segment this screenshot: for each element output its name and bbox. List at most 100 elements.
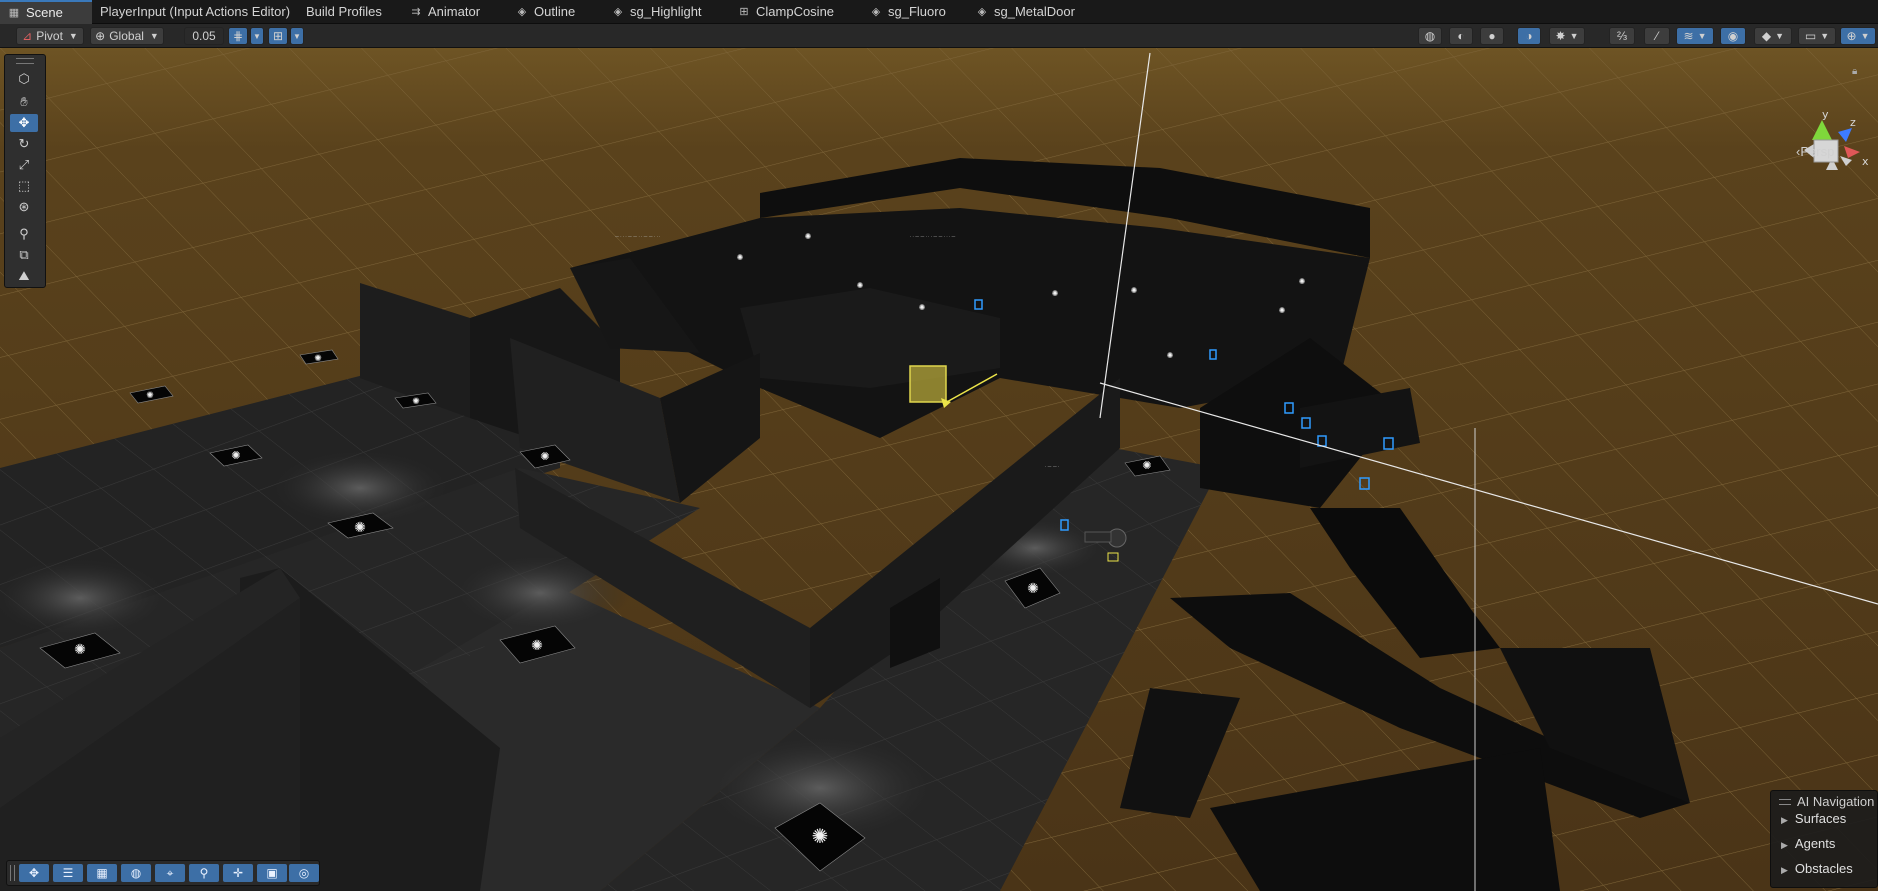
globe-icon: ⊕ <box>95 29 106 43</box>
rotate-tool-button[interactable]: ↻ <box>10 135 38 153</box>
audio-toggle-button[interactable]: ⁄ <box>1644 27 1670 45</box>
grid-button[interactable]: ▦ <box>87 864 117 882</box>
move-button[interactable]: ✥ <box>19 864 49 882</box>
hand-tool-button[interactable]: ✋︎ <box>10 93 38 111</box>
svg-text:✺: ✺ <box>1279 306 1286 315</box>
hand-icon: ✋︎ <box>20 94 28 109</box>
grid-snap-dropdown[interactable]: ▼ <box>250 27 264 45</box>
align-icon: ☰ <box>62 866 74 880</box>
sphere-button[interactable]: ◍ <box>121 864 151 882</box>
transform-icon: ⊛ <box>18 199 30 214</box>
svg-text:✺: ✺ <box>74 642 86 658</box>
move-tool-button[interactable]: ✥ <box>10 114 38 132</box>
scale-tool-button[interactable]: ⤢ <box>10 156 38 174</box>
ai-item-obstacles[interactable]: ▶ Obstacles <box>1781 861 1853 876</box>
increment-snap-button[interactable]: ⊞ <box>268 27 288 45</box>
grid-icon: ▦ <box>96 866 108 880</box>
tab-sg-highlight[interactable]: ◈ sg_Highlight <box>604 0 730 24</box>
pivot-dropdown[interactable]: ⊿ Pivot ▼ <box>16 27 84 45</box>
debug-draw-button[interactable]: ✸ ▼ <box>1549 27 1585 45</box>
ai-item-surfaces[interactable]: ▶ Surfaces <box>1781 811 1846 826</box>
panel-grip[interactable] <box>1779 799 1791 805</box>
increment-snap-dropdown[interactable]: ▼ <box>290 27 304 45</box>
wireframe-button[interactable]: ◍ <box>1418 27 1442 45</box>
shadergraph-icon: ◈ <box>977 6 987 18</box>
tab-player-input[interactable]: PlayerInput (Input Actions Editor) <box>92 0 298 24</box>
snap-value: 0.05 <box>192 29 216 43</box>
scene-viewport[interactable]: ✺ ✺ ✺ ✺ ✺ ✺ ✺ ✺ ✺ ✺ ✺ ✺ ✺ ✺ ✺ ✺ ✺ ✺ ✺ ✺ <box>0 48 1878 891</box>
custom-tool-button[interactable]: ⚲ <box>10 225 38 243</box>
2d-toggle-button[interactable]: ⅔ <box>1609 27 1635 45</box>
tab-label: PlayerInput (Input Actions Editor) <box>100 4 291 19</box>
animator-icon: ⇉ <box>411 6 421 18</box>
tab-build-profiles[interactable]: Build Profiles <box>298 0 402 24</box>
svg-text:✺: ✺ <box>531 638 543 654</box>
chevron-right-icon: ▶ <box>1781 840 1788 850</box>
rotate-icon: ↻ <box>18 136 30 151</box>
global-label: Global <box>109 29 144 43</box>
tab-clamp-cosine[interactable]: ⊞ ClampCosine <box>730 0 862 24</box>
shaded-button[interactable]: ● <box>1480 27 1504 45</box>
navigation-button[interactable]: ◎ <box>289 864 319 882</box>
svg-text:✺: ✺ <box>1052 289 1059 298</box>
snap-increment-field[interactable]: 0.05 <box>184 27 224 45</box>
layers-icon: ◆ <box>1761 29 1772 43</box>
svg-text:✺: ✺ <box>805 232 812 241</box>
terrain-tool-button[interactable]: ⛰︎ <box>10 267 38 285</box>
align-button[interactable]: ☰ <box>53 864 83 882</box>
scene-toolbar: ⊿ Pivot ▼ ⊕ Global ▼ 0.05 ⋕ ▼ ⊞ ▼ ◍ ◐ ● ◑ ✸ ▼… <box>0 24 1878 48</box>
zoom-icon: ⚲ <box>199 866 209 880</box>
layers-dropdown[interactable]: ◆ ▼ <box>1754 27 1792 45</box>
chevron-down-icon: ▼ <box>68 31 78 41</box>
panel-grip[interactable] <box>10 865 15 881</box>
increment-snap-icon: ⊞ <box>272 29 284 43</box>
svg-text:· — — ·: · — — · <box>1045 464 1059 469</box>
snap-button[interactable]: ⌖ <box>155 864 185 882</box>
lock-icon[interactable]: 🔒︎ <box>1852 66 1857 77</box>
effects-button[interactable]: ≋ ▼ <box>1676 27 1714 45</box>
tab-label: sg_Fluoro <box>888 4 946 19</box>
overlay-tool-button[interactable]: ⧉ <box>10 246 38 264</box>
chevron-down-icon: ▼ <box>1569 31 1579 41</box>
zoom-button[interactable]: ⚲ <box>189 864 219 882</box>
svg-text:✺: ✺ <box>540 450 549 463</box>
shaded-wireframe-button[interactable]: ◐ <box>1449 27 1473 45</box>
global-dropdown[interactable]: ⊕ Global ▼ <box>90 27 164 45</box>
move-icon: ✥ <box>28 866 40 880</box>
svg-text:✺: ✺ <box>1131 286 1138 295</box>
grid-icon: ▦ <box>8 7 20 19</box>
chevron-down-icon: ▼ <box>1697 31 1707 41</box>
camera-dropdown[interactable]: ▭ ▼ <box>1798 27 1836 45</box>
ai-item-agents[interactable]: ▶ Agents <box>1781 836 1835 851</box>
tab-sg-fluoro[interactable]: ◈ sg_Fluoro <box>862 0 968 24</box>
tab-label: Outline <box>534 4 576 19</box>
lit-button[interactable]: ◑ <box>1517 27 1541 45</box>
scale-icon: ⤢ <box>18 157 30 172</box>
chevron-right-icon: ▶ <box>1781 865 1788 875</box>
view-tool-button[interactable]: ⬡ <box>10 70 38 88</box>
tab-outline[interactable]: ◈ Outline <box>508 0 604 24</box>
tab-sg-metaldoor[interactable]: ◈ sg_MetalDoor <box>968 0 1098 24</box>
tab-label: sg_MetalDoor <box>994 4 1075 19</box>
visibility-button[interactable]: ◉ <box>1720 27 1746 45</box>
svg-text:✺: ✺ <box>737 253 744 262</box>
transform-tool-button[interactable]: ⊛ <box>10 198 38 216</box>
panel-grip[interactable] <box>16 58 34 64</box>
rect-tool-button[interactable]: ⬚ <box>10 177 38 195</box>
y-axis-label: y <box>1822 108 1829 121</box>
ai-item-label: Surfaces <box>1794 811 1847 826</box>
navigation-icon: ◎ <box>298 866 310 880</box>
svg-text:✺: ✺ <box>1027 581 1039 597</box>
pivot-button[interactable]: ✛ <box>223 864 253 882</box>
tab-scene[interactable]: ▦ Scene <box>0 0 92 24</box>
tab-animator[interactable]: ⇉ Animator <box>402 0 508 24</box>
terrain-icon: ⛰︎ <box>18 268 30 283</box>
shaded-wire-icon: ◐ <box>1457 29 1465 43</box>
grid-snap-button[interactable]: ⋕ <box>228 27 248 45</box>
x-axis-label: x <box>1862 155 1869 168</box>
svg-text:✺: ✺ <box>412 397 420 407</box>
camera-button[interactable]: ▣ <box>257 864 287 882</box>
svg-text:✺: ✺ <box>919 303 926 312</box>
gizmos-dropdown[interactable]: ⊕ ▼ <box>1840 27 1876 45</box>
projection-toggle[interactable]: ‹Persp <box>1796 144 1834 159</box>
